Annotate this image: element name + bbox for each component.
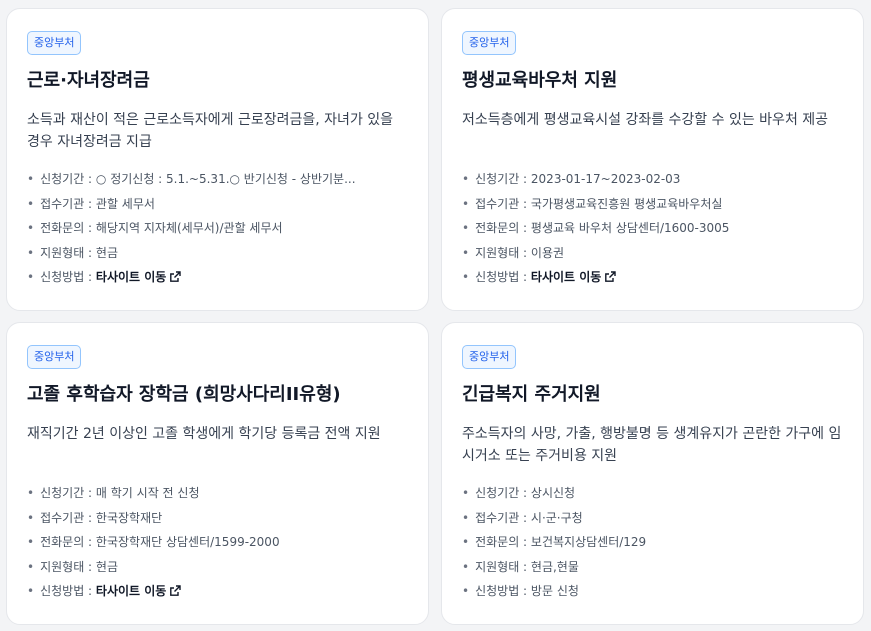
category-badge: 중앙부처 xyxy=(27,31,82,55)
info-list: • 신청기간 : 상시신청 • 접수기관 : 시·군·구청 • 전화문의 : 보건복지… xyxy=(462,481,843,604)
info-agency: • 접수기관 : 관할 세무서 xyxy=(27,196,155,211)
info-period: • 신청기간 : ○ 정기신청 : 5.1.~5.31.○ 반기신청 - 상반기분… xyxy=(27,172,356,186)
external-site-link[interactable]: 타사이트 이동 xyxy=(96,584,182,598)
external-link-icon xyxy=(604,267,617,292)
external-site-link[interactable]: 타사이트 이동 xyxy=(96,270,182,284)
info-agency: • 접수기관 : 한국장학재단 xyxy=(27,510,163,525)
card-title[interactable]: 평생교육바우처 지원 xyxy=(462,69,843,93)
external-link-icon xyxy=(169,581,182,606)
category-badge: 중앙부처 xyxy=(462,345,517,369)
info-list: • 신청기간 : 매 학기 시작 전 신청 • 접수기관 : 한국장학재단 • 전화문… xyxy=(27,481,408,606)
benefit-card-grid: 중앙부처 근로·자녀장려금 소득과 재산이 적은 근로소득자에게 근로장려금을,… xyxy=(0,0,871,631)
card-description: 주소득자의 사망, 가출, 행방불명 등 생계유지가 곤란한 가구에 임시거소 … xyxy=(462,426,842,464)
benefit-card[interactable]: 중앙부처 긴급복지 주거지원 주소득자의 사망, 가출, 행방불명 등 생계유지… xyxy=(441,322,864,625)
info-agency: • 접수기관 : 국가평생교육진흥원 평생교육바우처실 xyxy=(462,196,723,211)
info-apply-method: • 신청방법 : 타사이트 이동 xyxy=(27,265,408,292)
benefit-card[interactable]: 중앙부처 근로·자녀장려금 소득과 재산이 적은 근로소득자에게 근로장려금을,… xyxy=(6,8,429,311)
card-title[interactable]: 고졸 후학습자 장학금 (희망사다리II유형) xyxy=(27,383,408,407)
category-badge: 중앙부처 xyxy=(462,31,517,55)
info-phone: • 전화문의 : 해당지역 지자체(세무서)/관할 세무서 xyxy=(27,221,283,235)
external-link-icon xyxy=(169,267,182,292)
card-description: 소득과 재산이 적은 근로소득자에게 근로장려금을, 자녀가 있을 경우 자녀장… xyxy=(27,112,394,150)
info-phone: • 전화문의 : 한국장학재단 상담센터/1599-2000 xyxy=(27,535,280,549)
info-apply-method: • 신청방법 : 타사이트 이동 xyxy=(462,265,843,292)
category-badge: 중앙부처 xyxy=(27,345,82,369)
info-list: • 신청기간 : 2023-01-17~2023-02-03 • 접수기관 : 국가… xyxy=(462,167,843,292)
info-apply-method: • 신청방법 : 타사이트 이동 xyxy=(27,579,408,606)
info-list: • 신청기간 : ○ 정기신청 : 5.1.~5.31.○ 반기신청 - 상반기분… xyxy=(27,167,408,292)
card-title[interactable]: 근로·자녀장려금 xyxy=(27,69,408,93)
info-support-type: • 지원형태 : 현금 xyxy=(27,559,118,574)
info-support-type: • 지원형태 : 이용권 xyxy=(462,245,565,260)
info-period: • 신청기간 : 2023-01-17~2023-02-03 xyxy=(462,172,681,186)
info-support-type: • 지원형태 : 현금 xyxy=(27,245,118,260)
info-phone: • 전화문의 : 보건복지상담센터/129 xyxy=(462,535,647,549)
card-title[interactable]: 긴급복지 주거지원 xyxy=(462,383,843,407)
info-support-type: • 지원형태 : 현금,현물 xyxy=(462,559,579,574)
benefit-card[interactable]: 중앙부처 고졸 후학습자 장학금 (희망사다리II유형) 재직기간 2년 이상인… xyxy=(6,322,429,625)
info-phone: • 전화문의 : 평생교육 바우처 상담센터/1600-3005 xyxy=(462,221,730,235)
card-description: 재직기간 2년 이상인 고졸 학생에게 학기당 등록금 전액 지원 xyxy=(27,426,381,442)
info-agency: • 접수기관 : 시·군·구청 xyxy=(462,510,583,525)
card-description: 저소득층에게 평생교육시설 강좌를 수강할 수 있는 바우처 제공 xyxy=(462,112,829,128)
apply-method-value: 방문 신청 xyxy=(530,584,579,598)
info-period: • 신청기간 : 상시신청 xyxy=(462,486,576,500)
benefit-card[interactable]: 중앙부처 평생교육바우처 지원 저소득층에게 평생교육시설 강좌를 수강할 수 … xyxy=(441,8,864,311)
external-site-link[interactable]: 타사이트 이동 xyxy=(531,270,617,284)
info-period: • 신청기간 : 매 학기 시작 전 신청 xyxy=(27,486,200,500)
info-apply-method: • 신청방법 : 방문 신청 xyxy=(462,584,579,598)
